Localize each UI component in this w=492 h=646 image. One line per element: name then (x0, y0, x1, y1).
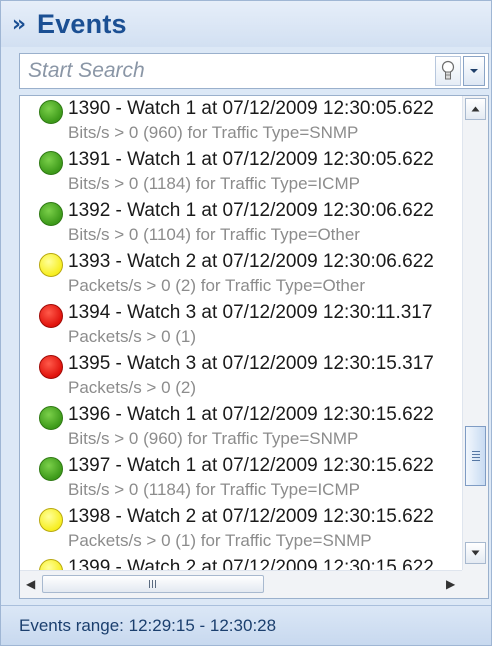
event-list-item[interactable]: 1393 - Watch 2 at 07/12/2009 12:30:06.62… (20, 249, 462, 300)
event-title: 1395 - Watch 3 at 07/12/2009 12:30:15.31… (68, 353, 434, 374)
double-chevron-icon: » (11, 11, 27, 37)
event-title: 1396 - Watch 1 at 07/12/2009 12:30:15.62… (68, 404, 434, 425)
yellow-status-dot-icon (39, 559, 63, 570)
green-status-dot-icon (39, 202, 63, 226)
scrollbar-corner (462, 570, 488, 598)
status-bar: Events range: 12:29:15 - 12:30:28 (1, 605, 491, 645)
scroll-up-button[interactable] (465, 98, 486, 120)
search-box (19, 53, 489, 89)
horizontal-scrollbar[interactable]: ◀ ▶ (20, 570, 462, 598)
panel-title: Events (37, 8, 127, 39)
event-list-item[interactable]: 1397 - Watch 1 at 07/12/2009 12:30:15.62… (20, 453, 462, 504)
event-list-item[interactable]: 1398 - Watch 2 at 07/12/2009 12:30:15.62… (20, 504, 462, 555)
red-status-dot-icon (39, 355, 63, 379)
event-detail: Bits/s > 0 (1184) for Traffic Type=ICMP (68, 174, 360, 193)
green-status-dot-icon (39, 151, 63, 175)
event-detail: Bits/s > 0 (960) for Traffic Type=SNMP (68, 123, 359, 142)
event-list-item[interactable]: 1392 - Watch 1 at 07/12/2009 12:30:06.62… (20, 198, 462, 249)
event-title: 1397 - Watch 1 at 07/12/2009 12:30:15.62… (68, 455, 434, 476)
event-detail: Packets/s > 0 (2) (68, 378, 197, 397)
event-detail: Bits/s > 0 (1104) for Traffic Type=Other (68, 225, 360, 244)
event-title: 1399 - Watch 2 at 07/12/2009 12:30:15.62… (68, 557, 434, 570)
lightbulb-search-icon (441, 60, 455, 80)
scroll-up-arrow-icon (471, 106, 480, 112)
events-panel: » Events 1390 - Watch 1 at 07/12/2009 12… (0, 0, 492, 646)
event-list-item[interactable]: 1390 - Watch 1 at 07/12/2009 12:30:05.62… (20, 96, 462, 147)
event-detail: Packets/s > 0 (1) for Traffic Type=SNMP (68, 531, 372, 550)
event-list-item[interactable]: 1396 - Watch 1 at 07/12/2009 12:30:15.62… (20, 402, 462, 453)
search-input[interactable] (20, 54, 435, 88)
red-status-dot-icon (39, 304, 63, 328)
scroll-down-button[interactable] (465, 542, 486, 564)
green-status-dot-icon (39, 457, 63, 481)
panel-header: » Events (1, 1, 491, 47)
green-status-dot-icon (39, 100, 63, 124)
event-title: 1391 - Watch 1 at 07/12/2009 12:30:05.62… (68, 149, 434, 170)
search-options-dropdown[interactable] (463, 56, 485, 86)
search-button[interactable] (435, 56, 461, 86)
event-list-item[interactable]: 1391 - Watch 1 at 07/12/2009 12:30:05.62… (20, 147, 462, 198)
yellow-status-dot-icon (39, 508, 63, 532)
event-detail: Bits/s > 0 (960) for Traffic Type=SNMP (68, 429, 359, 448)
scroll-down-arrow-icon (471, 550, 480, 556)
event-title: 1390 - Watch 1 at 07/12/2009 12:30:05.62… (68, 98, 434, 119)
scroll-left-arrow-icon[interactable]: ◀ (26, 577, 35, 591)
event-detail: Bits/s > 0 (1184) for Traffic Type=ICMP (68, 480, 360, 499)
event-title: 1394 - Watch 3 at 07/12/2009 12:30:11.31… (68, 302, 433, 323)
vertical-scrollbar[interactable] (462, 96, 488, 570)
event-title: 1393 - Watch 2 at 07/12/2009 12:30:06.62… (68, 251, 434, 272)
collapse-panel-button[interactable]: » (1, 1, 37, 47)
green-status-dot-icon (39, 406, 63, 430)
event-detail: Packets/s > 0 (1) (68, 327, 197, 346)
event-detail: Packets/s > 0 (2) for Traffic Type=Other (68, 276, 366, 295)
event-title: 1398 - Watch 2 at 07/12/2009 12:30:15.62… (68, 506, 434, 527)
events-list-viewport[interactable]: 1390 - Watch 1 at 07/12/2009 12:30:05.62… (20, 96, 462, 570)
vertical-scroll-thumb[interactable] (465, 426, 486, 486)
event-title: 1392 - Watch 1 at 07/12/2009 12:30:06.62… (68, 200, 434, 221)
events-range-text: Events range: 12:29:15 - 12:30:28 (19, 615, 277, 635)
chevron-down-icon (470, 69, 478, 73)
yellow-status-dot-icon (39, 253, 63, 277)
scroll-right-arrow-icon[interactable]: ▶ (446, 577, 455, 591)
events-list: 1390 - Watch 1 at 07/12/2009 12:30:05.62… (19, 95, 489, 599)
event-list-item[interactable]: 1395 - Watch 3 at 07/12/2009 12:30:15.31… (20, 351, 462, 402)
event-list-item[interactable]: 1394 - Watch 3 at 07/12/2009 12:30:11.31… (20, 300, 462, 351)
horizontal-scroll-thumb[interactable] (42, 575, 264, 593)
event-list-item[interactable]: 1399 - Watch 2 at 07/12/2009 12:30:15.62… (20, 555, 462, 570)
